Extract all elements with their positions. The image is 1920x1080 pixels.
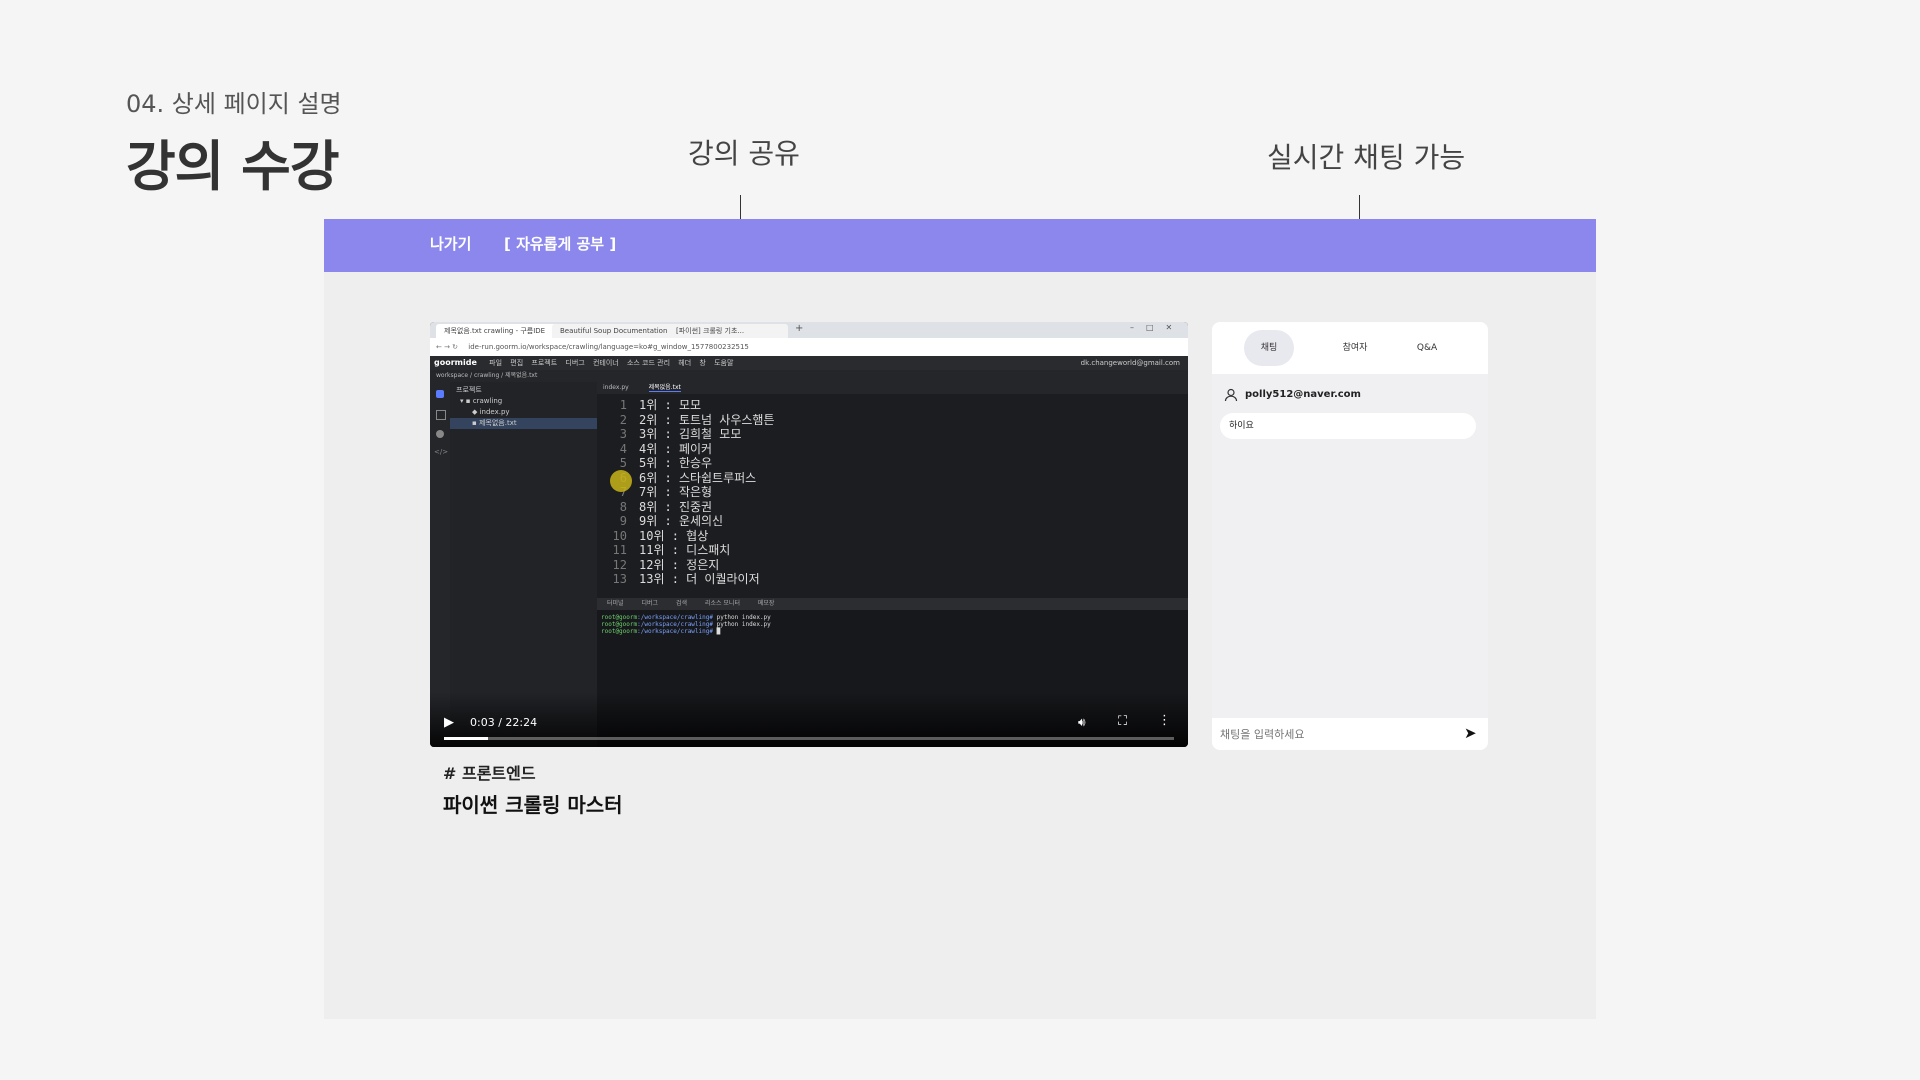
ide-menu-item[interactable]: 컨테이너: [593, 359, 619, 367]
code-editor[interactable]: index.py 제목없음.txt 1 1위 : 모모 2 2위 : 토트넘 사우스햄…: [597, 382, 1188, 612]
callout-share: 강의 공유: [688, 137, 800, 170]
ide-menu-item[interactable]: 헤더: [678, 359, 691, 367]
fullscreen-icon[interactable]: ⛶: [1118, 714, 1127, 729]
panel-tab[interactable]: 메모장: [758, 600, 775, 607]
chat-input[interactable]: [1218, 722, 1452, 746]
user-icon: [1224, 388, 1238, 405]
ide-logo: goormide: [434, 358, 477, 367]
course-title: 파이썬 크롤링 마스터: [443, 793, 623, 817]
browser-tab[interactable]: 제목없음.txt crawling - 구름IDE: [436, 324, 556, 338]
browser-tab[interactable]: Beautiful Soup Documentation: [552, 324, 672, 338]
chat-username: polly512@naver.com: [1245, 389, 1361, 400]
editor-tab-strip: index.py 제목없음.txt: [597, 382, 1188, 394]
line-text: 13위 : 더 이퀄라이저: [639, 572, 760, 586]
chat-tabs: 채팅 참여자 Q&A: [1212, 322, 1488, 374]
settings-icon[interactable]: [436, 430, 444, 438]
section-title: 강의 수강: [126, 135, 340, 198]
tab-participants[interactable]: 참여자: [1330, 330, 1380, 366]
send-icon[interactable]: ➤: [1464, 724, 1477, 742]
callout-chat: 실시간 채팅 가능: [1267, 141, 1466, 174]
project-icon[interactable]: [436, 390, 444, 398]
ide-breadcrumb: workspace / crawling / 제목없음.txt: [430, 370, 1188, 382]
section-number: 04. 상세 페이지 설명: [126, 90, 342, 118]
course-label: [ 자유롭게 공부 ]: [504, 235, 617, 253]
panel-tab[interactable]: 검색: [676, 600, 687, 607]
tree-file-selected[interactable]: ▪ 제목없음.txt: [450, 418, 597, 429]
editor-tab[interactable]: index.py: [603, 384, 629, 391]
terminal-line: root@goorm:/workspace/crawling# python i…: [601, 621, 771, 628]
play-icon[interactable]: ▶: [444, 715, 454, 730]
tree-folder[interactable]: ▾ ▪ crawling: [460, 397, 502, 405]
terminal-line: root@goorm:/workspace/crawling# █: [601, 628, 721, 635]
chat-input-bar: ➤: [1212, 718, 1488, 750]
code-line: 13 13위 : 더 이퀄라이저: [597, 570, 760, 587]
progress-track[interactable]: [444, 737, 1174, 740]
browser-tab-strip: 제목없음.txt crawling - 구름IDE Beautiful Soup…: [430, 322, 1188, 338]
mouse-cursor-highlight: [610, 470, 632, 492]
file-icon[interactable]: [436, 410, 446, 420]
tree-file[interactable]: ◆ index.py: [472, 408, 510, 416]
volume-icon[interactable]: 🔊︎: [1078, 715, 1086, 730]
ide-menu-item[interactable]: 창: [699, 359, 705, 367]
nav-arrows-icon[interactable]: ← → ↻: [436, 343, 458, 351]
editor-tab-active[interactable]: 제목없음.txt: [648, 384, 681, 392]
browser-tab[interactable]: [파이썬] 크롤링 기초...: [668, 324, 788, 338]
ide-account[interactable]: dk.changeworld@gmail.com: [1081, 356, 1180, 370]
video-time: 0:03 / 22:24: [470, 716, 538, 729]
terminal-line: root@goorm:/workspace/crawling# python i…: [601, 614, 771, 621]
ide-menu-item[interactable]: 도움말: [714, 359, 733, 367]
progress-fill: [444, 737, 488, 740]
panel-tab[interactable]: 디버그: [641, 600, 658, 607]
chat-message: 하이요: [1220, 413, 1476, 439]
more-options-icon[interactable]: ⋮: [1158, 713, 1171, 728]
ide-menu-item[interactable]: 프로젝트: [531, 359, 557, 367]
top-bar: 나가기 [ 자유롭게 공부 ]: [324, 219, 1596, 272]
video-player[interactable]: 제목없음.txt crawling - 구름IDE Beautiful Soup…: [430, 322, 1188, 747]
panel-tab[interactable]: 터미널: [607, 600, 624, 607]
panel-tab[interactable]: 리소스 모니터: [705, 600, 740, 607]
tab-qna[interactable]: Q&A: [1402, 330, 1452, 366]
tab-chat[interactable]: 채팅: [1244, 330, 1294, 366]
url-text: ide-run.goorm.io/workspace/crawling/lang…: [468, 343, 749, 351]
video-controls: ▶ 0:03 / 22:24 🔊︎ ⛶ ⋮: [430, 692, 1188, 747]
ide-menu-item[interactable]: 소스 코드 관리: [627, 359, 670, 367]
ide-menu-item[interactable]: 파일: [489, 359, 502, 367]
line-number: 13: [612, 572, 627, 586]
ide-menu-item[interactable]: 편집: [510, 359, 523, 367]
address-bar[interactable]: ← → ↻ ide-run.goorm.io/workspace/crawlin…: [430, 338, 1188, 356]
ide-menubar: goormide 파일 편집 프로젝트 디버그 컨테이너 소스 코드 관리 헤더…: [430, 356, 1188, 370]
code-icon[interactable]: </>: [434, 448, 448, 456]
course-tag: # 프론트엔드: [443, 764, 536, 783]
panel-tab-strip: 터미널 디버그 검색 리소스 모니터 메모장: [597, 598, 1188, 610]
ide-menu-item[interactable]: 디버그: [565, 359, 584, 367]
exit-button[interactable]: 나가기: [430, 233, 471, 254]
new-tab-icon[interactable]: +: [795, 323, 803, 334]
window-controls-icon[interactable]: –□✕: [1130, 323, 1184, 332]
breadcrumb-text: workspace / crawling / 제목없음.txt: [436, 372, 538, 379]
explorer-title: 프로젝트: [456, 386, 482, 394]
chat-panel: 채팅 참여자 Q&A polly512@naver.com 하이요 ➤: [1212, 322, 1488, 750]
